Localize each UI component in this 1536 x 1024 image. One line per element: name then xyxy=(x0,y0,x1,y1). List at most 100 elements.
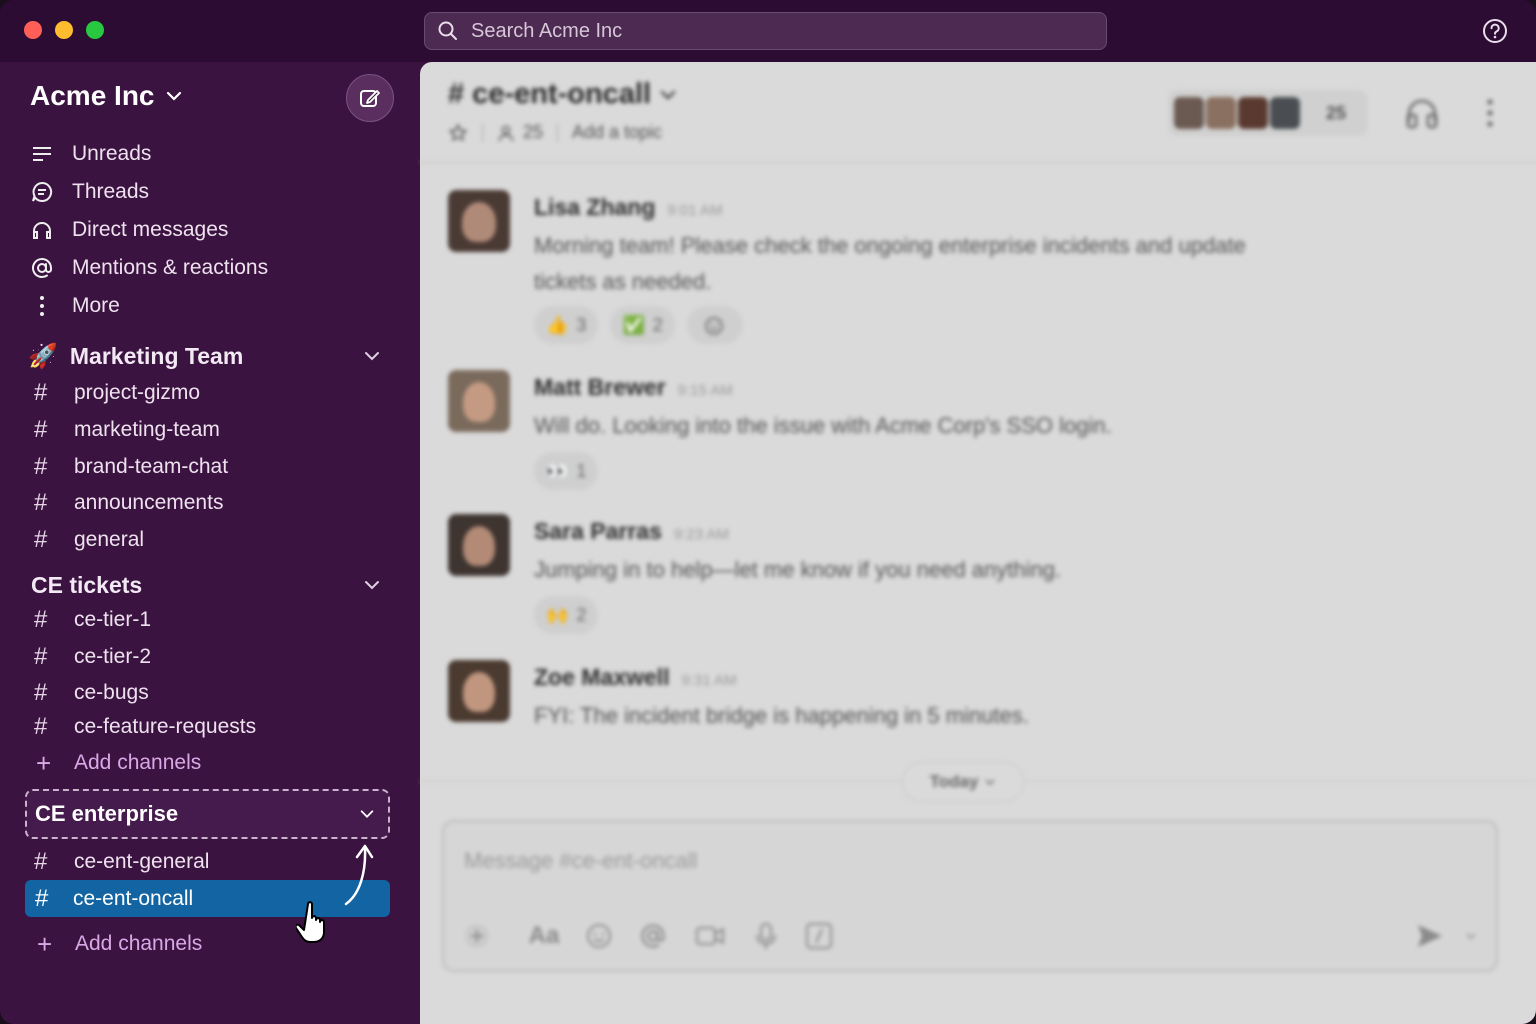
channel-name: announcements xyxy=(74,491,224,514)
chevron-down-icon[interactable] xyxy=(362,346,382,366)
nav-label: More xyxy=(72,294,120,317)
search-placeholder: Search Acme Inc xyxy=(471,19,623,42)
channel-project-gizmo[interactable]: # project-gizmo xyxy=(34,375,390,411)
minimize-window-button[interactable] xyxy=(55,21,73,39)
nav-mentions[interactable]: Mentions & reactions xyxy=(28,250,268,286)
member-count: 25 xyxy=(523,122,544,142)
star-icon[interactable] xyxy=(448,123,468,143)
channel-title: # ce-ent-oncall xyxy=(448,78,652,110)
channel-ce-feature-requests[interactable]: # ce-feature-requests xyxy=(34,709,390,745)
channel-general[interactable]: # general xyxy=(34,522,390,558)
avatar[interactable] xyxy=(448,370,510,432)
search-bar[interactable]: Search Acme Inc xyxy=(424,12,1107,50)
message-time[interactable]: 9:01 AM xyxy=(667,202,722,219)
reaction-emoji: 🙌 xyxy=(546,604,569,625)
add-channels-button[interactable]: + Add channels xyxy=(36,745,201,781)
member-avatar xyxy=(1206,97,1236,129)
message-time[interactable]: 9:31 AM xyxy=(681,672,736,689)
hash-icon: # xyxy=(34,379,48,406)
channel-ce-ent-general[interactable]: # ce-ent-general xyxy=(34,844,390,880)
hash-icon: # xyxy=(34,643,48,670)
avatar[interactable] xyxy=(448,190,510,252)
reaction-eyes[interactable]: 👀 1 xyxy=(534,452,599,490)
channel-ce-tier-1[interactable]: # ce-tier-1 xyxy=(34,602,390,638)
member-count-button[interactable]: 25 xyxy=(497,122,543,143)
compose-icon xyxy=(360,90,380,107)
chevron-down-icon[interactable] xyxy=(358,805,376,823)
workspace-switcher[interactable]: Acme Inc xyxy=(30,80,183,112)
section-marketing-team[interactable]: 🚀 Marketing Team xyxy=(28,336,390,376)
chevron-down-icon xyxy=(660,90,676,100)
section-ce-enterprise[interactable]: CE enterprise xyxy=(25,789,390,839)
channel-announcements[interactable]: # announcements xyxy=(34,485,390,521)
divider xyxy=(482,123,483,142)
mention-icon[interactable] xyxy=(638,918,668,954)
message-time[interactable]: 9:15 AM xyxy=(678,382,733,399)
reaction-thumbs-up[interactable]: 👍 3 xyxy=(534,306,599,344)
nav-label: Unreads xyxy=(72,142,152,165)
reaction-check[interactable]: ✅ 2 xyxy=(610,306,675,344)
message-author[interactable]: Zoe Maxwell xyxy=(534,664,669,691)
video-icon[interactable] xyxy=(694,918,726,954)
microphone-icon[interactable] xyxy=(752,918,780,954)
nav-more[interactable]: More xyxy=(28,288,120,324)
channel-ce-bugs[interactable]: # ce-bugs xyxy=(34,675,390,711)
attach-plus-icon[interactable] xyxy=(462,918,492,954)
channel-brand-team-chat[interactable]: # brand-team-chat xyxy=(34,449,390,485)
nav-label: Threads xyxy=(72,180,150,203)
drag-arrow-icon xyxy=(344,844,374,906)
send-icon[interactable] xyxy=(1414,918,1446,954)
message-author[interactable]: Matt Brewer xyxy=(534,374,666,401)
member-avatar xyxy=(1238,97,1268,129)
zoom-window-button[interactable] xyxy=(86,21,104,39)
nav-unreads[interactable]: Unreads xyxy=(28,136,151,172)
message-author[interactable]: Lisa Zhang xyxy=(534,194,655,221)
section-title: Marketing Team xyxy=(69,342,244,369)
hash-icon: # xyxy=(34,606,48,633)
channel-marketing-team[interactable]: # marketing-team xyxy=(34,412,390,448)
close-window-button[interactable] xyxy=(24,21,42,39)
members-button[interactable]: 25 xyxy=(1168,90,1368,136)
channel-ce-ent-oncall-active[interactable]: # ce-ent-oncall xyxy=(25,880,390,917)
emoji-icon[interactable] xyxy=(584,918,614,954)
help-icon[interactable] xyxy=(1482,18,1508,44)
format-text-icon[interactable]: Aa xyxy=(526,918,562,954)
avatar[interactable] xyxy=(448,660,510,722)
message-time[interactable]: 9:23 AM xyxy=(674,526,729,543)
message-text: Will do. Looking into the issue with Acm… xyxy=(534,413,1112,438)
add-channels-button[interactable]: + Add channels xyxy=(37,926,202,962)
huddle-headphones-icon[interactable] xyxy=(1404,96,1440,130)
hash-icon: # xyxy=(34,679,48,706)
channel-ce-tier-2[interactable]: # ce-tier-2 xyxy=(34,639,390,675)
add-topic-link[interactable]: Add a topic xyxy=(572,122,662,143)
date-divider-button[interactable]: Today xyxy=(902,762,1024,802)
message-composer[interactable]: Message #ce-ent-oncall Aa xyxy=(442,820,1498,972)
slash-command-icon[interactable] xyxy=(804,918,834,954)
avatar[interactable] xyxy=(448,514,510,576)
message-text: Jumping in to help—let me know if you ne… xyxy=(534,557,1062,582)
message-author[interactable]: Sara Parras xyxy=(534,518,662,545)
members-count: 25 xyxy=(1326,102,1347,123)
send-options-chevron-icon[interactable] xyxy=(1462,918,1480,954)
hash-icon: # xyxy=(34,453,48,480)
more-vertical-icon[interactable] xyxy=(1480,98,1500,128)
channel-view: # ce-ent-oncall 25 Add a topic 25 Lisa Z… xyxy=(420,62,1536,1024)
reactions: 👍 3 ✅ 2 xyxy=(534,306,743,344)
reaction-raised-hands[interactable]: 🙌 2 xyxy=(534,596,599,634)
section-title: CE tickets xyxy=(31,571,143,598)
add-channels-label: Add channels xyxy=(74,751,202,774)
plus-icon: + xyxy=(37,928,53,959)
nav-direct-messages[interactable]: Direct messages xyxy=(28,212,228,248)
reaction-count: 3 xyxy=(576,314,587,335)
channel-title-button[interactable]: # ce-ent-oncall xyxy=(448,78,677,111)
reaction-count: 2 xyxy=(576,604,587,625)
compose-button[interactable] xyxy=(346,74,394,122)
section-ce-tickets[interactable]: CE tickets xyxy=(31,565,393,605)
add-reaction-button[interactable] xyxy=(686,306,743,344)
reactions: 👀 1 xyxy=(534,452,599,490)
more-vertical-icon xyxy=(28,292,56,320)
chevron-down-icon[interactable] xyxy=(362,575,382,595)
reaction-emoji: ✅ xyxy=(622,314,645,335)
nav-threads[interactable]: Threads xyxy=(28,174,149,210)
chevron-down-icon xyxy=(985,779,996,786)
